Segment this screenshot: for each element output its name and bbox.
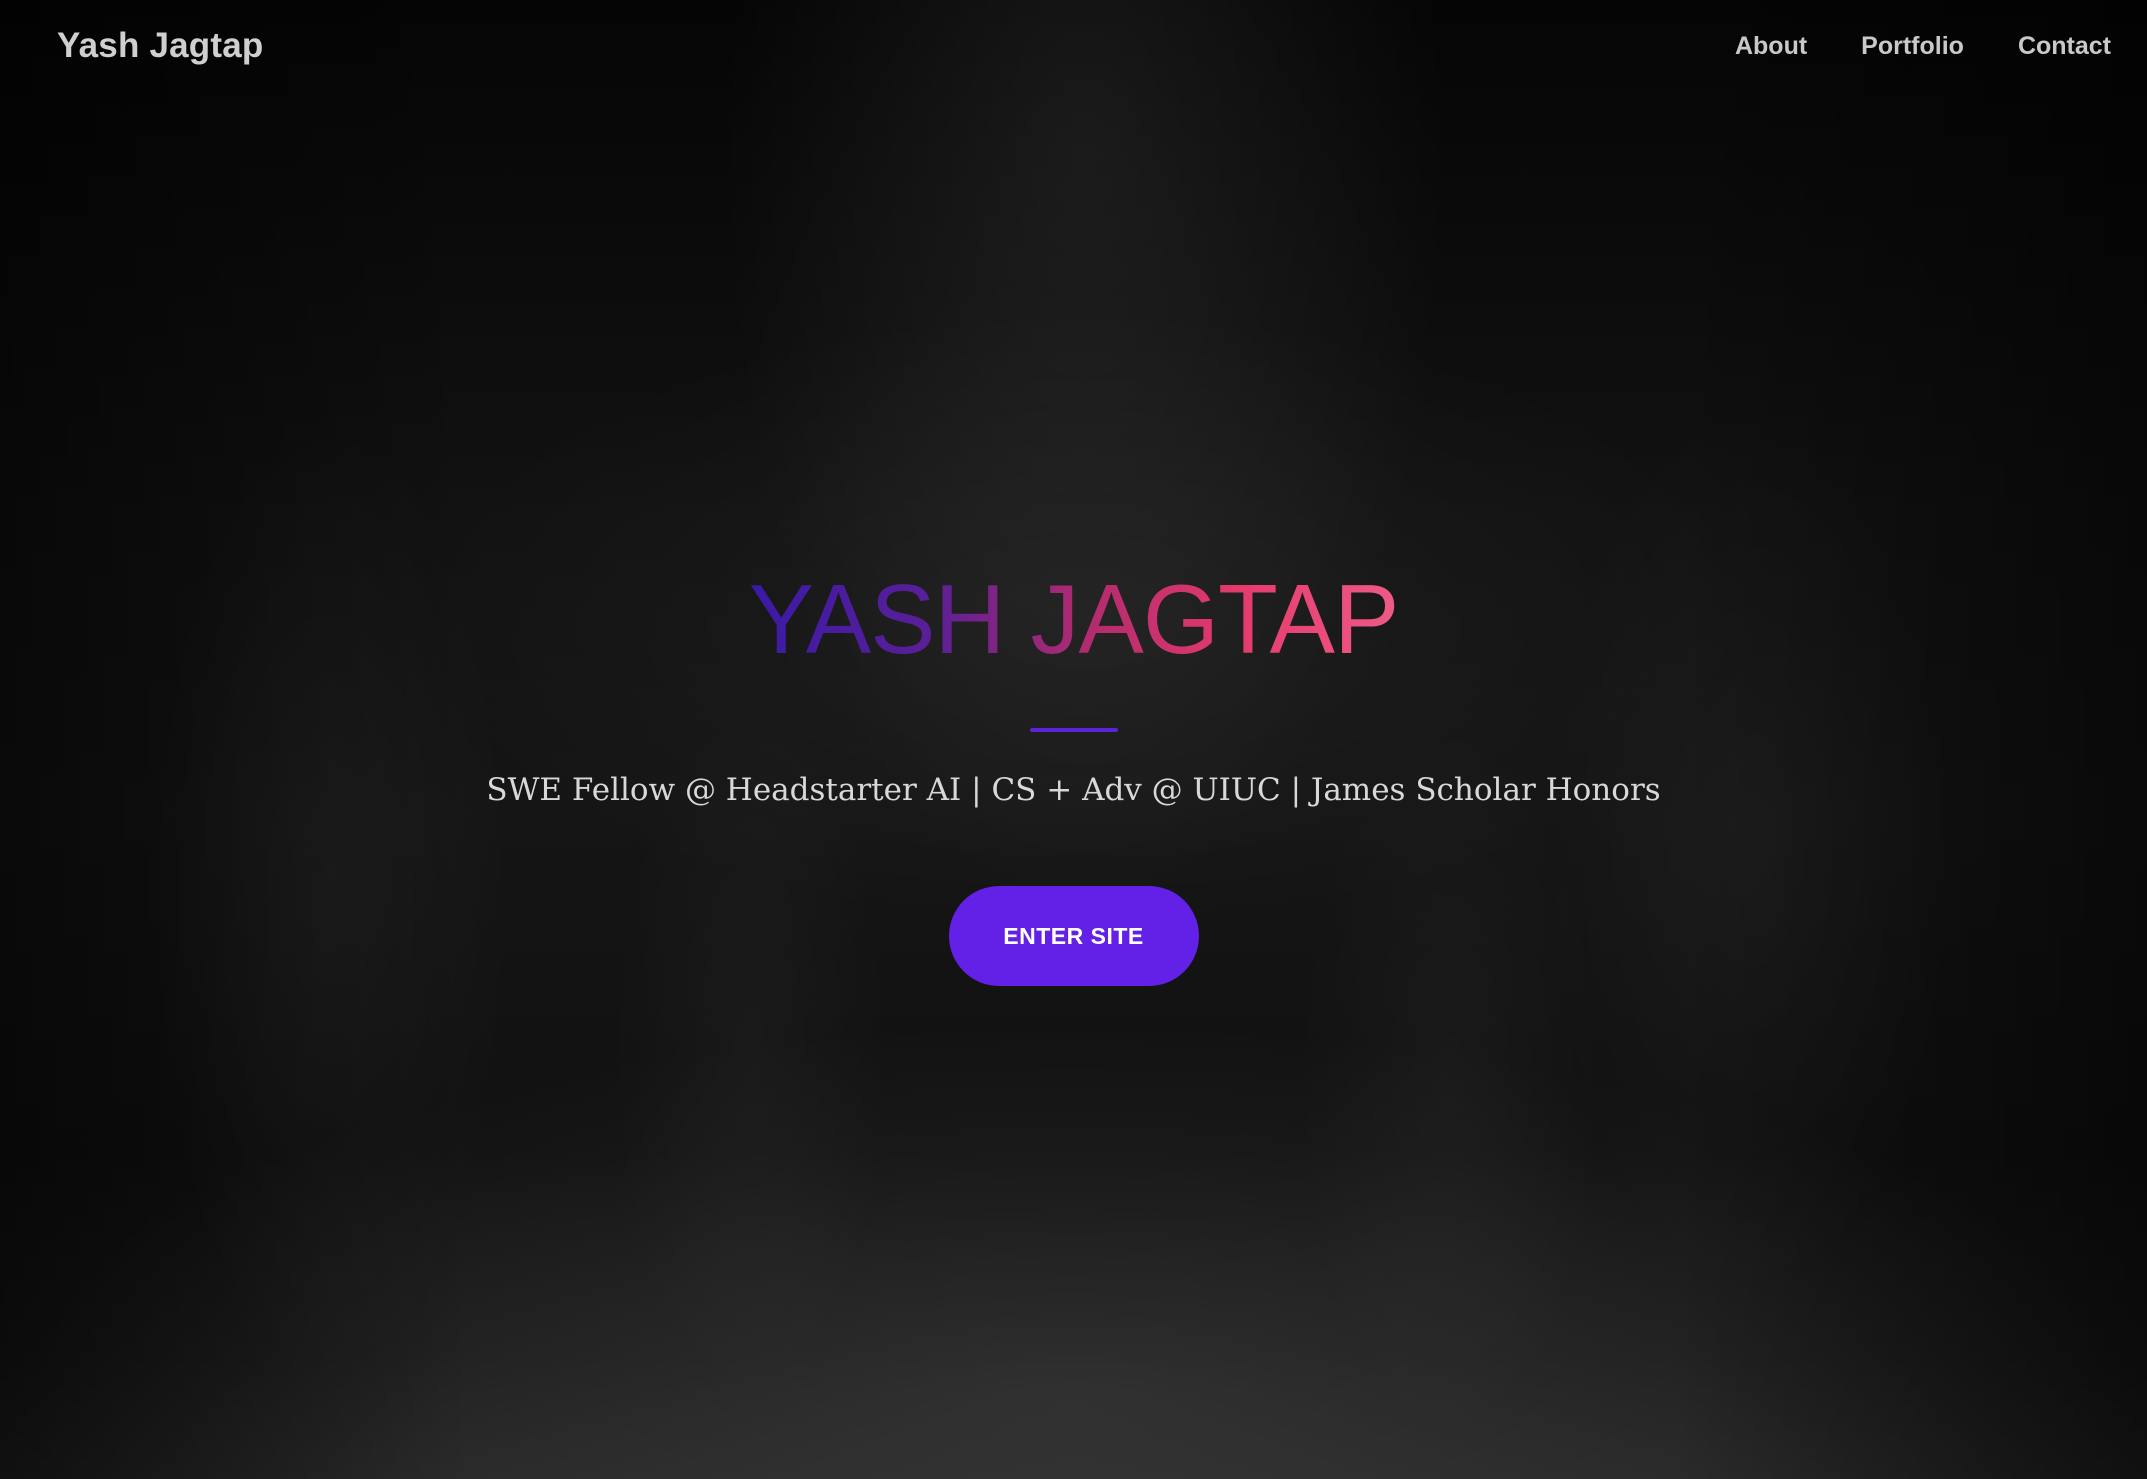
nav-link-portfolio[interactable]: Portfolio xyxy=(1861,32,1964,61)
main-nav: About Portfolio Contact xyxy=(1735,32,2111,61)
top-navigation-bar: Yash Jagtap About Portfolio Contact xyxy=(0,0,2147,100)
hero-divider xyxy=(1029,728,1118,732)
nav-link-about[interactable]: About xyxy=(1735,32,1807,61)
hero-subtitle: SWE Fellow @ Headstarter AI | CS + Adv @… xyxy=(486,772,1661,808)
brand-logo-link[interactable]: Yash Jagtap xyxy=(57,26,263,66)
hero-title: YASH JAGTAP xyxy=(748,564,1400,674)
enter-site-button[interactable]: ENTER SITE xyxy=(948,886,1199,986)
hero-section: YASH JAGTAP SWE Fellow @ Headstarter AI … xyxy=(0,570,2147,986)
landing-page: Yash Jagtap About Portfolio Contact YASH… xyxy=(0,0,2147,1479)
nav-link-contact[interactable]: Contact xyxy=(2018,32,2111,61)
